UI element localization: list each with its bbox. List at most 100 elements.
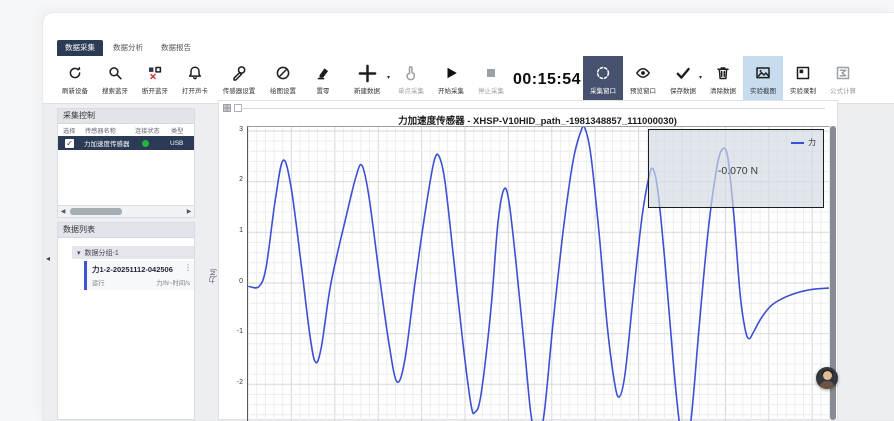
stop-icon <box>483 64 499 82</box>
dropdown-caret-icon[interactable]: ▾ <box>387 74 390 81</box>
scroll-left-icon[interactable]: ◀ <box>58 208 68 215</box>
single-point-collect-button[interactable]: 单点采集 <box>391 56 431 103</box>
refresh-device-button[interactable]: 刷新设备 <box>55 56 95 103</box>
formula-icon <box>835 64 851 82</box>
tab-data-report[interactable]: 数据报告 <box>153 40 199 56</box>
start-collect-button[interactable]: 开始采集 <box>431 56 471 103</box>
refresh-icon <box>67 64 83 82</box>
dropdown-caret-icon[interactable]: ▾ <box>699 74 702 81</box>
data-item-title: 力1-2-20251112-042506 <box>92 264 190 275</box>
sensor-name: 力加速度传感器 <box>84 138 134 148</box>
zero-set-button[interactable]: 置零 <box>303 56 343 103</box>
y-tick-label: -2 <box>223 379 243 386</box>
record-icon <box>795 64 811 82</box>
collect-window-button[interactable]: 采集窗口 <box>583 56 623 103</box>
button-label: 预览窗口 <box>630 85 656 95</box>
data-group-row[interactable]: ▾ 数据分组-1 <box>72 246 194 259</box>
item-menu-icon[interactable]: ⋮ <box>184 263 192 272</box>
preview-window-button[interactable]: 预览窗口 <box>623 56 663 103</box>
marker-icon <box>315 64 331 82</box>
group-caret-icon[interactable]: ▾ <box>77 249 81 257</box>
scroll-right-icon[interactable]: ▶ <box>184 208 194 215</box>
clear-data-button[interactable]: 清除数据 <box>703 56 743 103</box>
tab-data-collect[interactable]: 数据采集 <box>57 40 103 56</box>
experiment-screenshot-button[interactable]: 实验截图 <box>743 56 783 103</box>
y-tick-label: 3 <box>223 126 243 133</box>
button-label: 实验截图 <box>750 85 776 95</box>
plot-settings-icon <box>275 64 291 82</box>
search-bluetooth-button[interactable]: 搜索蓝牙 <box>95 56 135 103</box>
data-item-status: 运行 <box>92 278 105 287</box>
collect-control-panel: 采集控制 选择 传感器名称 连接状态 类型 ✓ 力加速度传感器 USB ◀ ▶ <box>57 108 195 218</box>
chart-legend: 力 <box>791 137 816 148</box>
button-label: 开始采集 <box>438 85 464 95</box>
bluetooth-disconnect-icon <box>147 64 163 82</box>
assistant-avatar-button[interactable] <box>816 367 838 389</box>
app-window: 数据采集 数据分析 数据报告 刷新设备 搜索蓝牙 断开蓝牙 打开声卡 传感器设置… <box>43 13 894 420</box>
data-list-item[interactable]: 力1-2-20251112-042506 运行 力/N~时间/s ⋮ <box>84 261 194 290</box>
data-item-axes: 力/N~时间/s <box>156 278 190 287</box>
save-data-button[interactable]: 保存数据 ▾ <box>663 56 703 103</box>
sensor-table-row[interactable]: ✓ 力加速度传感器 USB <box>58 136 194 150</box>
toolbar: 刷新设备 搜索蓝牙 断开蓝牙 打开声卡 传感器设置 绘图设置 置零 新建数据 <box>43 56 894 104</box>
button-label: 清除数据 <box>710 85 736 95</box>
button-label: 断开蓝牙 <box>142 85 168 95</box>
open-soundcard-button[interactable]: 打开声卡 <box>175 56 215 103</box>
y-tick-label: 1 <box>223 227 243 234</box>
card-divider <box>241 108 825 109</box>
sensor-settings-button[interactable]: 传感器设置 <box>215 56 263 103</box>
avatar <box>823 371 832 380</box>
legend-series-label: 力 <box>808 137 816 148</box>
data-list-panel: 数据列表 ▾ 数据分组-1 力1-2-20251112-042506 运行 力/… <box>57 222 195 420</box>
plus-icon <box>357 64 378 82</box>
y-tick-label: 2 <box>223 176 243 183</box>
sensor-settings-icon <box>231 64 247 82</box>
group-label: 数据分组-1 <box>85 248 119 258</box>
disconnect-bluetooth-button[interactable]: 断开蓝牙 <box>135 56 175 103</box>
legend-line-swatch <box>791 142 804 144</box>
sensor-checkbox[interactable]: ✓ <box>65 139 74 148</box>
col-select: 选择 <box>58 126 85 135</box>
plot-settings-button[interactable]: 绘图设置 <box>263 56 303 103</box>
panel-title: 采集控制 <box>58 109 194 124</box>
button-label: 置零 <box>317 85 330 95</box>
check-icon <box>675 64 691 82</box>
col-type: 类型 <box>171 126 194 135</box>
trash-icon <box>715 64 731 82</box>
eye-icon <box>635 64 651 82</box>
dashed-circle-icon <box>595 64 611 82</box>
col-sensor-name: 传感器名称 <box>85 126 135 135</box>
button-label: 刷新设备 <box>62 85 88 95</box>
panel-title: 数据列表 <box>58 223 194 238</box>
tap-icon <box>403 64 419 82</box>
button-label: 搜索蓝牙 <box>102 85 128 95</box>
scroll-track[interactable] <box>68 208 184 215</box>
scroll-thumb[interactable] <box>70 208 122 215</box>
col-status: 连接状态 <box>135 126 171 135</box>
button-label: 新建数据 <box>354 85 380 95</box>
sidebar-collapse-icon[interactable]: ◂ <box>46 254 50 263</box>
avatar <box>820 381 834 390</box>
new-data-button[interactable]: 新建数据 ▾ <box>343 56 391 103</box>
button-label: 传感器设置 <box>223 85 256 95</box>
y-axis-label: 力[N] <box>209 269 219 284</box>
button-label: 实验录制 <box>790 85 816 95</box>
play-icon <box>443 64 459 82</box>
screenshot-icon <box>755 64 771 82</box>
chart-title: 力加速度传感器 - XHSP-V10HID_path_-1981348857_1… <box>247 113 828 127</box>
layout-grid-icon[interactable] <box>223 104 231 112</box>
button-label: 绘图设置 <box>270 85 296 95</box>
sensor-table-header: 选择 传感器名称 连接状态 类型 <box>58 124 194 136</box>
horizontal-scrollbar[interactable]: ◀ ▶ <box>58 205 194 217</box>
button-label: 停止采集 <box>478 85 504 95</box>
button-label: 保存数据 <box>670 85 696 95</box>
stop-collect-button[interactable]: 停止采集 <box>471 56 511 103</box>
experiment-record-button[interactable]: 实验录制 <box>783 56 823 103</box>
y-tick-label: -1 <box>223 328 243 335</box>
button-label: 单点采集 <box>398 85 424 95</box>
button-label: 公式计算 <box>830 85 856 95</box>
bell-icon <box>187 64 203 82</box>
sensor-type: USB <box>170 140 183 147</box>
formula-calc-button[interactable]: 公式计算 <box>823 56 863 103</box>
tab-data-analysis[interactable]: 数据分析 <box>105 40 151 56</box>
